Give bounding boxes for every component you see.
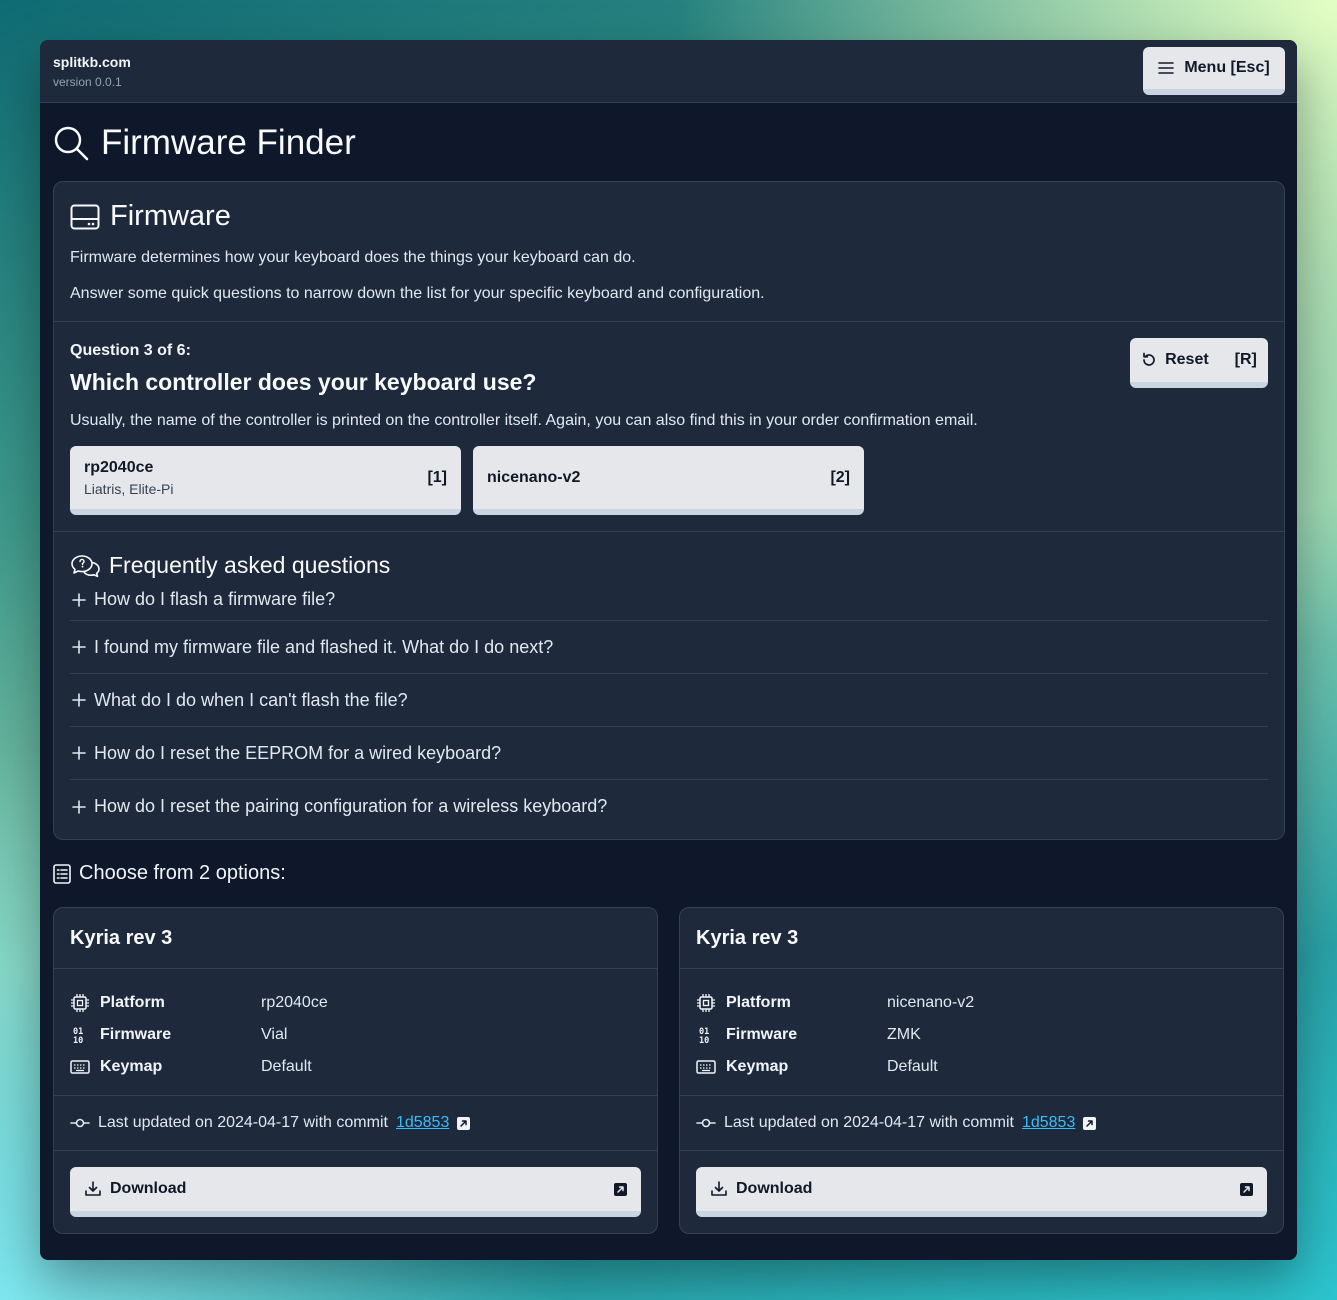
keyboard-icon: [696, 1059, 716, 1075]
cpu-icon: [70, 993, 90, 1013]
platform-value: rp2040ce: [261, 994, 328, 1011]
option-shortcut: [2]: [830, 468, 850, 486]
keymap-label: Keymap: [100, 1058, 163, 1075]
platform-label: Platform: [726, 994, 791, 1011]
plus-icon: [72, 799, 86, 814]
keymap-value: Default: [261, 1058, 312, 1075]
download-icon: [84, 1180, 102, 1198]
keymap-label: Keymap: [726, 1058, 789, 1075]
faq-question: How do I reset the pairing configuration…: [94, 796, 608, 816]
option-subtitle: Liatris, Elite-Pi: [84, 480, 174, 497]
results-heading-text: Choose from 2 options:: [79, 862, 286, 884]
firmware-label: Firmware: [100, 1026, 172, 1043]
faq-question: What do I do when I can't flash the file…: [94, 689, 408, 710]
external-link-icon: [614, 1182, 627, 1196]
firmware-label: Firmware: [726, 1026, 798, 1043]
commit-link[interactable]: 1d5853: [1022, 1114, 1075, 1132]
platform-value: nicenano-v2: [887, 994, 975, 1011]
card-title: Kyria rev 3: [680, 908, 1283, 969]
faq-question: How do I reset the EEPROM for a wired ke…: [94, 742, 502, 763]
firmware-value: ZMK: [887, 1026, 921, 1043]
external-link-icon[interactable]: [457, 1116, 471, 1130]
version-label: version 0.0.1: [53, 74, 122, 89]
card-title: Kyria rev 3: [54, 908, 657, 969]
binary-icon: 01 10: [696, 1025, 716, 1045]
faq-item[interactable]: What do I do when I can't flash the file…: [70, 674, 1268, 727]
menu-button-label: Menu [Esc]: [1184, 59, 1270, 76]
download-button[interactable]: Download: [696, 1167, 1267, 1217]
binary-icon: 01 10: [70, 1025, 90, 1045]
download-label: Download: [110, 1180, 187, 1197]
option-shortcut: [1]: [427, 468, 447, 486]
firmware-instructions: Answer some quick questions to narrow do…: [70, 285, 765, 302]
external-link-icon: [1240, 1182, 1253, 1196]
platform-label: Platform: [100, 994, 165, 1011]
app-window: splitkb.com version 0.0.1 Menu [Esc] Fir…: [40, 40, 1297, 1260]
svg-text:10: 10: [73, 1036, 83, 1045]
download-label: Download: [736, 1180, 813, 1197]
firmware-title: Firmware: [110, 200, 231, 232]
last-updated-text: Last updated on 2024-04-17 with commit: [724, 1114, 1014, 1131]
keymap-value: Default: [887, 1058, 938, 1075]
question-description: Usually, the name of the controller is p…: [70, 412, 978, 429]
plus-icon: [72, 592, 86, 607]
menu-button[interactable]: Menu [Esc]: [1143, 47, 1285, 95]
faq-question: How do I flash a firmware file?: [94, 589, 336, 609]
site-name[interactable]: splitkb.com: [53, 54, 131, 70]
cpu-icon: [696, 993, 716, 1013]
external-link-icon[interactable]: [1083, 1116, 1097, 1130]
search-icon: [53, 125, 89, 161]
faq-question: I found my firmware file and flashed it.…: [94, 636, 554, 657]
faq-item[interactable]: I found my firmware file and flashed it.…: [70, 621, 1268, 674]
hamburger-icon: [1158, 61, 1175, 75]
hard-drive-icon: [70, 204, 100, 230]
question-section: Question 3 of 6: Which controller does y…: [54, 322, 1284, 531]
reset-button[interactable]: Reset [R]: [1130, 338, 1268, 388]
last-updated: Last updated on 2024-04-17 with commit 1…: [680, 1096, 1283, 1151]
faq-item[interactable]: How do I reset the EEPROM for a wired ke…: [70, 727, 1268, 780]
rotate-ccw-icon: [1141, 352, 1157, 368]
svg-text:10: 10: [699, 1036, 709, 1045]
firmware-value: Vial: [261, 1026, 288, 1043]
page-title-row: Firmware Finder: [40, 103, 1297, 181]
firmware-description: Firmware determines how your keyboard do…: [70, 249, 636, 266]
download-icon: [710, 1180, 728, 1198]
option-name: nicenano-v2: [487, 468, 581, 486]
git-commit-icon: [696, 1117, 716, 1129]
firmware-card: Kyria rev 3 Platform rp2040ce 01 10 Firmw…: [53, 907, 658, 1234]
option-nicenano-v2[interactable]: nicenano-v2 [2]: [473, 446, 864, 515]
last-updated: Last updated on 2024-04-17 with commit 1…: [54, 1096, 657, 1151]
faq-item[interactable]: How do I reset the pairing configuration…: [70, 780, 1268, 833]
reset-shortcut: [R]: [1234, 351, 1257, 368]
option-rp2040ce[interactable]: rp2040ce Liatris, Elite-Pi [1]: [70, 446, 461, 515]
brand[interactable]: splitkb.com version 0.0.1: [53, 54, 131, 89]
plus-icon: [72, 746, 86, 760]
reset-label: Reset: [1165, 351, 1209, 368]
chat-bubbles-icon: [70, 554, 101, 578]
download-button[interactable]: Download: [70, 1167, 641, 1217]
firmware-card: Kyria rev 3 Platform nicenano-v2 01 10 Fi…: [679, 907, 1284, 1234]
keyboard-icon: [70, 1059, 90, 1075]
commit-link[interactable]: 1d5853: [396, 1114, 449, 1132]
faq-item[interactable]: How do I flash a firmware file?: [70, 579, 1268, 621]
page-title: Firmware Finder: [101, 123, 356, 162]
faq-section: Frequently asked questions How do I flas…: [54, 532, 1284, 839]
top-bar: splitkb.com version 0.0.1 Menu [Esc]: [40, 40, 1297, 103]
question-title: Which controller does your keyboard use?: [70, 369, 537, 395]
question-number: Question 3 of 6:: [70, 342, 191, 359]
plus-icon: [72, 640, 86, 654]
list-icon: [53, 863, 71, 884]
plus-icon: [72, 693, 86, 707]
git-commit-icon: [70, 1117, 90, 1129]
last-updated-text: Last updated on 2024-04-17 with commit: [98, 1114, 388, 1131]
firmware-panel: Firmware Firmware determines how your ke…: [53, 181, 1285, 840]
results-heading: Choose from 2 options:: [40, 840, 1297, 907]
option-name: rp2040ce: [84, 458, 154, 476]
faq-title: Frequently asked questions: [109, 552, 391, 578]
